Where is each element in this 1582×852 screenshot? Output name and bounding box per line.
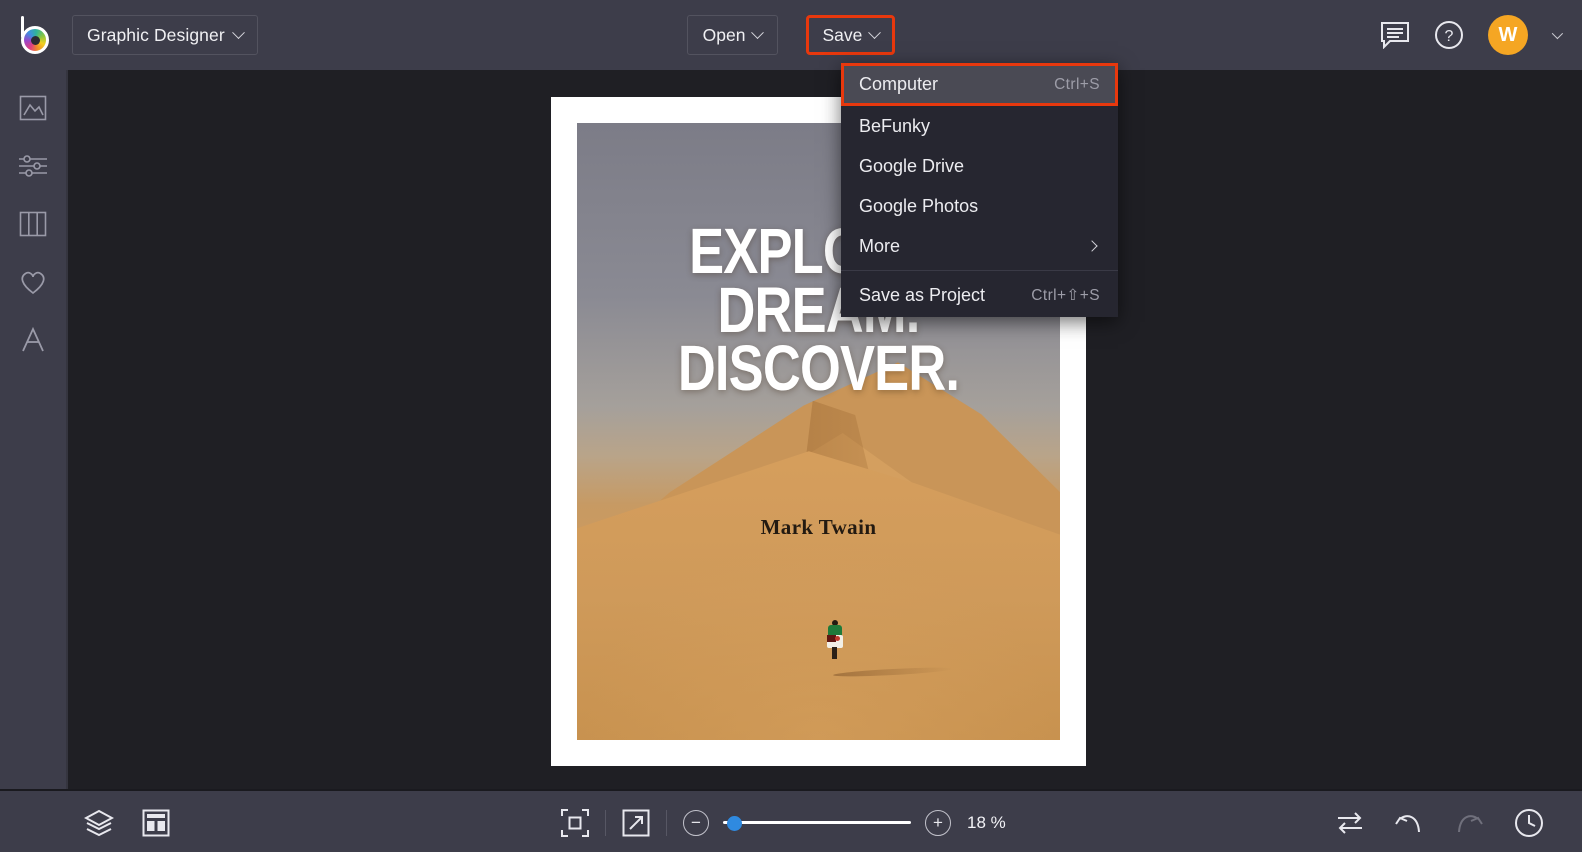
save-menu-item-computer-shortcut: Ctrl+S: [1054, 76, 1100, 94]
chevron-down-icon: [752, 26, 765, 39]
save-menu-item-more-label: More: [859, 236, 1088, 257]
befunky-graphic-designer-window: Graphic Designer Open Save: [0, 0, 1582, 852]
zoom-in-label: +: [933, 814, 943, 831]
chevron-right-icon: [1086, 240, 1097, 251]
save-menu-item-save-as-project-shortcut: Ctrl+⇧+S: [1031, 286, 1100, 305]
sidebar-item-edit[interactable]: [6, 148, 60, 184]
feedback-button[interactable]: [1380, 21, 1410, 49]
canvas-workspace[interactable]: EXPLORE. DREAM. DISCOVER. Mark Twain: [68, 70, 1582, 789]
user-avatar[interactable]: W: [1488, 15, 1528, 55]
poster-headline-line-3: DISCOVER.: [620, 339, 1016, 398]
divider: [605, 810, 606, 836]
save-menu-item-befunky-label: BeFunky: [859, 116, 1100, 137]
save-menu-item-save-as-project-label: Save as Project: [859, 285, 1031, 306]
bottom-right-tools: [1336, 791, 1544, 852]
save-menu-item-befunky[interactable]: BeFunky: [841, 106, 1118, 146]
text-a-icon: [19, 326, 47, 354]
walker-legs: [832, 647, 837, 659]
save-button[interactable]: Save: [806, 15, 895, 55]
columns-icon: [19, 211, 47, 237]
bottom-toolbar: − + 18 %: [0, 789, 1582, 852]
header-center-actions: Open Save: [0, 15, 1582, 55]
save-button-label: Save: [822, 25, 862, 46]
save-menu-item-save-as-project[interactable]: Save as Project Ctrl+⇧+S: [841, 275, 1118, 315]
save-menu-item-google-photos[interactable]: Google Photos: [841, 186, 1118, 226]
zoom-out-button[interactable]: −: [683, 810, 709, 836]
redo-icon: [1454, 810, 1484, 836]
swap-button[interactable]: [1336, 811, 1364, 835]
poster-byline[interactable]: Mark Twain: [577, 515, 1060, 540]
chevron-down-icon: [868, 26, 881, 39]
zoom-out-label: −: [691, 814, 701, 831]
sidebar-item-graphics[interactable]: [6, 264, 60, 300]
dune-glow: [577, 456, 1060, 740]
zoom-slider-handle[interactable]: [727, 816, 742, 831]
sidebar-item-collage[interactable]: [6, 206, 60, 242]
save-menu-item-google-photos-label: Google Photos: [859, 196, 1100, 217]
fit-to-screen-icon: [561, 809, 589, 837]
walking-person: [826, 620, 844, 660]
open-button[interactable]: Open: [687, 15, 779, 55]
sidebar-item-text[interactable]: [6, 322, 60, 358]
undo-icon: [1394, 810, 1424, 836]
avatar-initial: W: [1499, 24, 1518, 47]
header-right-actions: ? W: [1380, 0, 1560, 70]
expand-button[interactable]: [622, 809, 650, 837]
zoom-in-button[interactable]: +: [925, 810, 951, 836]
left-tool-sidebar: [0, 70, 68, 789]
history-icon: [1514, 808, 1544, 838]
help-button[interactable]: ?: [1434, 20, 1464, 50]
fit-to-screen-button[interactable]: [561, 809, 589, 837]
sidebar-item-image[interactable]: [6, 90, 60, 126]
save-menu-item-more[interactable]: More: [841, 226, 1118, 266]
zoom-slider-track: [723, 821, 911, 824]
comment-icon: [1380, 21, 1410, 49]
save-dropdown-menu: Computer Ctrl+S BeFunky Google Drive Goo…: [841, 63, 1118, 317]
save-menu-item-computer[interactable]: Computer Ctrl+S: [841, 63, 1118, 106]
top-toolbar: Graphic Designer Open Save: [0, 0, 1582, 70]
heart-icon: [18, 269, 48, 296]
history-button[interactable]: [1514, 808, 1544, 838]
redo-button[interactable]: [1454, 810, 1484, 836]
divider: [666, 810, 667, 836]
menu-separator: [841, 270, 1118, 271]
image-icon: [19, 95, 47, 121]
save-menu-item-google-drive[interactable]: Google Drive: [841, 146, 1118, 186]
undo-button[interactable]: [1394, 810, 1424, 836]
expand-icon: [622, 809, 650, 837]
swap-icon: [1336, 811, 1364, 835]
sliders-icon: [18, 154, 48, 178]
question-mark-icon: ?: [1434, 20, 1464, 50]
save-menu-item-google-drive-label: Google Drive: [859, 156, 1100, 177]
open-button-label: Open: [703, 25, 746, 46]
save-menu-item-computer-label: Computer: [859, 74, 1054, 95]
walker-flag-emblem: [835, 636, 840, 641]
svg-text:?: ?: [1445, 28, 1454, 45]
zoom-slider[interactable]: [723, 814, 911, 832]
zoom-level-value: 18 %: [967, 813, 1021, 833]
